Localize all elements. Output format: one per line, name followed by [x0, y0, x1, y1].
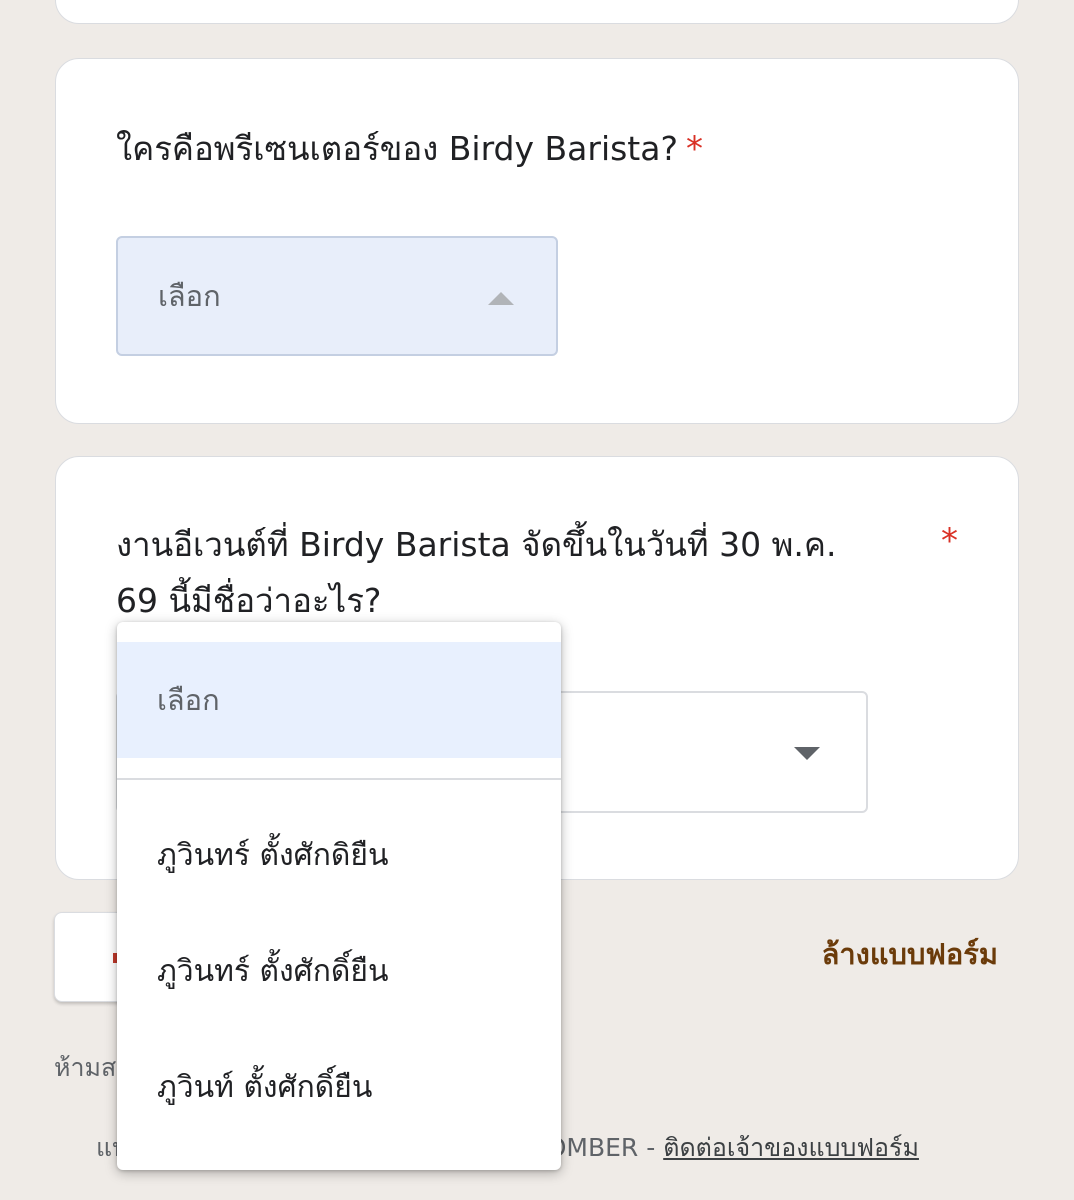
clear-form-link[interactable]: ล้างแบบฟอร์ม [822, 930, 998, 978]
select-placeholder: เลือก [158, 279, 221, 313]
dropdown-menu: เลือก ภูวินทร์ ตั้งศักดิยืน ภูวินทร์ ตั้… [117, 622, 561, 1170]
chevron-down-icon [794, 747, 820, 760]
contact-owner-link[interactable]: ติดต่อเจ้าของแบบฟอร์ม [663, 1133, 919, 1162]
footer-warning: ห้ามส [54, 1053, 117, 1082]
question-text: ใครคือพรีเซนเตอร์ของ Birdy Barista? [116, 129, 678, 168]
question-card-presenter: ใครคือพรีเซนเตอร์ของ Birdy Barista? * เลื… [55, 58, 1019, 424]
dropdown-option-label: ภูวินทร์ ตั้งศักดิยืน [157, 838, 389, 873]
dropdown-option[interactable]: ภูวินทร์ ตั้งศักดิยืน [117, 798, 561, 914]
dropdown-option-label: เลือก [157, 683, 220, 717]
dropdown-option-label: ภูวินทร์ ตั้งศักดิ์ยืน [157, 954, 389, 989]
dropdown-divider [117, 778, 561, 780]
dropdown-option[interactable]: ภูวินท์ ตั้งศักดิ์ยืน [117, 1030, 561, 1146]
question-title: งานอีเวนต์ที่ Birdy Barista จัดขึ้นในวัน… [116, 525, 837, 620]
dropdown-option[interactable]: ภูวินทร์ ตั้งศักดิ์ยืน [117, 914, 561, 1030]
chevron-up-icon [488, 292, 514, 305]
form-page: ใครคือพรีเซนเตอร์ของ Birdy Barista? * เลื… [0, 0, 1074, 1200]
dropdown-option-label: ภูวินท์ ตั้งศักดิ์ยืน [157, 1070, 373, 1105]
previous-question-card [55, 0, 1019, 24]
required-asterisk: * [941, 521, 958, 561]
question-title: ใครคือพรีเซนเตอร์ของ Birdy Barista? * [116, 121, 703, 177]
dropdown-option-placeholder[interactable]: เลือก [117, 642, 561, 758]
presenter-select[interactable]: เลือก [116, 236, 558, 356]
required-asterisk: * [685, 129, 703, 169]
